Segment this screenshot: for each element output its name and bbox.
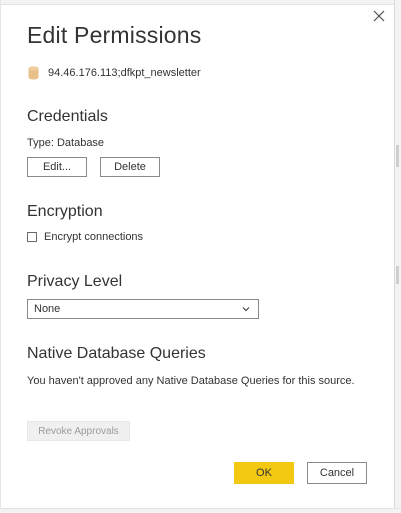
revoke-approvals-button: Revoke Approvals <box>27 421 130 441</box>
credentials-heading: Credentials <box>27 108 108 125</box>
data-source-row: 94.46.176.113;dfkpt_newsletter <box>28 66 201 80</box>
encrypt-connections-checkbox[interactable] <box>27 232 37 242</box>
dialog-title: Edit Permissions <box>27 22 202 48</box>
native-queries-heading: Native Database Queries <box>27 345 206 362</box>
encryption-heading: Encryption <box>27 203 103 220</box>
data-source-name: 94.46.176.113;dfkpt_newsletter <box>48 67 201 79</box>
close-button[interactable] <box>368 5 390 27</box>
close-icon <box>373 10 385 22</box>
window-top-edge <box>0 0 401 5</box>
ok-button[interactable]: OK <box>234 462 294 484</box>
chevron-down-icon <box>242 307 250 312</box>
window-left-edge <box>0 0 1 513</box>
scrollbar-mark <box>396 145 399 167</box>
delete-credentials-button[interactable]: Delete <box>100 157 160 177</box>
encrypt-connections-label: Encrypt connections <box>44 231 144 243</box>
scrollbar-mark <box>396 266 399 284</box>
window-bottom-edge <box>0 508 401 513</box>
edit-credentials-button[interactable]: Edit... <box>27 157 87 177</box>
privacy-level-heading: Privacy Level <box>27 273 123 290</box>
credential-type-label: Type: Database <box>27 137 105 149</box>
encrypt-connections-option[interactable]: Encrypt connections <box>27 231 143 243</box>
privacy-level-value: None <box>34 303 61 315</box>
database-icon <box>28 66 39 80</box>
background-scrollbar <box>394 0 401 513</box>
cancel-button[interactable]: Cancel <box>307 462 367 484</box>
privacy-level-dropdown[interactable]: None <box>27 299 259 319</box>
native-queries-message: You haven't approved any Native Database… <box>27 375 355 387</box>
